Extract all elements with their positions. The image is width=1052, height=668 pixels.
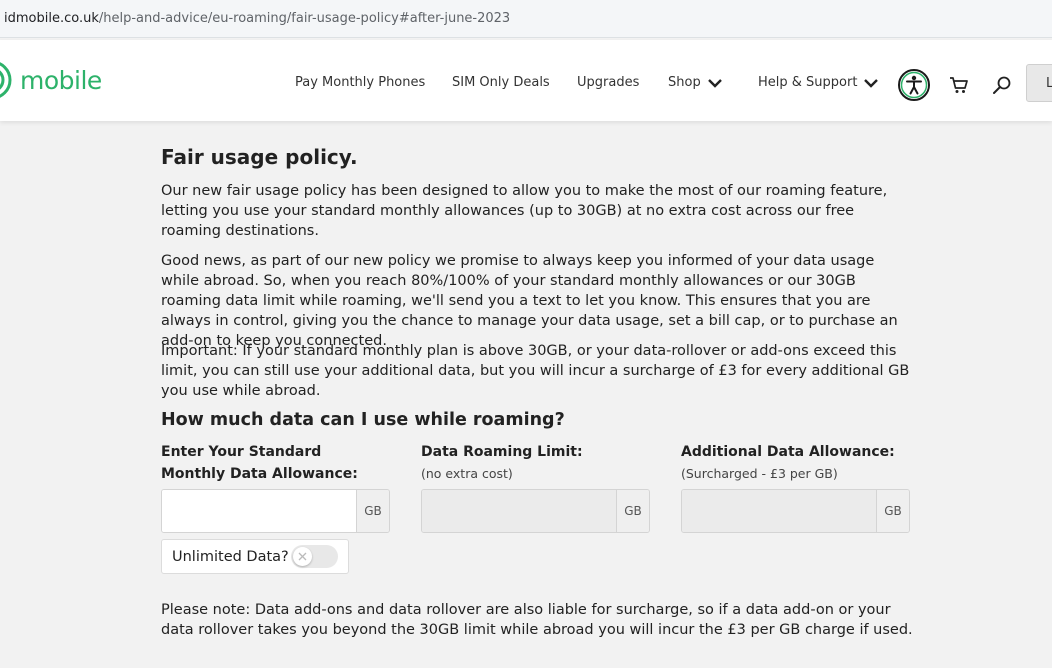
- nav-label: Pay Monthly Phones: [295, 75, 426, 90]
- browser-url-bar[interactable]: idmobile.co.uk/help-and-advice/eu-roamin…: [0, 0, 1052, 38]
- intro-paragraph: Our new fair usage policy has been desig…: [161, 183, 888, 239]
- unlimited-data-option: Unlimited Data?: [161, 539, 349, 574]
- site-logo[interactable]: mobile: [0, 60, 102, 100]
- toggle-knob: [293, 547, 312, 566]
- surcharge-note: Please note: Data add-ons and data rollo…: [161, 602, 913, 638]
- logo-text: mobile: [20, 65, 102, 95]
- nav-label: SIM Only Deals: [452, 75, 550, 90]
- site-header: mobile Pay Monthly Phones SIM Only Deals…: [0, 40, 1052, 121]
- roaming-limit-input: [422, 490, 616, 532]
- page-title: Fair usage policy.: [161, 145, 358, 169]
- additional-allowance-field: GB: [681, 489, 910, 533]
- nav-pay-monthly-phones[interactable]: Pay Monthly Phones: [295, 75, 425, 90]
- url-text[interactable]: idmobile.co.uk/help-and-advice/eu-roamin…: [4, 11, 510, 26]
- url-path: /help-and-advice/eu-roaming/fair-usage-p…: [98, 11, 511, 26]
- unit-label: GB: [356, 490, 389, 532]
- nav-upgrades[interactable]: Upgrades: [577, 75, 639, 90]
- login-button[interactable]: L: [1026, 64, 1052, 102]
- nav-shop[interactable]: Shop: [668, 75, 723, 90]
- roaming-limit-field: GB: [421, 489, 650, 533]
- accessibility-icon[interactable]: [897, 68, 931, 106]
- additional-allowance-label: Additional Data Allowance:: [681, 444, 895, 460]
- important-paragraph: Important: If your standard monthly plan…: [161, 343, 910, 399]
- roaming-limit-sublabel: (no extra cost): [421, 466, 513, 481]
- standard-allowance-field: GB: [161, 489, 390, 533]
- roaming-limit-label: Data Roaming Limit:: [421, 444, 583, 460]
- nav-sim-only-deals[interactable]: SIM Only Deals: [452, 75, 550, 90]
- notification-paragraph: Good news, as part of our new policy we …: [161, 253, 898, 349]
- url-domain: idmobile.co.uk: [4, 11, 99, 26]
- nav-help-support[interactable]: Help & Support: [758, 75, 879, 90]
- additional-allowance-sublabel: (Surcharged - £3 per GB): [681, 466, 838, 481]
- standard-allowance-label: Enter Your Standard Monthly Data Allowan…: [161, 444, 358, 482]
- nav-label: Help & Support: [758, 75, 858, 90]
- cart-icon[interactable]: [949, 76, 969, 98]
- unit-label: GB: [876, 490, 909, 532]
- calculator-heading: How much data can I use while roaming?: [161, 410, 565, 430]
- chevron-down-icon: [707, 78, 722, 88]
- search-icon[interactable]: [992, 75, 1012, 99]
- logo-icon: [0, 62, 12, 98]
- unlimited-data-toggle[interactable]: [291, 545, 338, 568]
- unlimited-data-label: Unlimited Data?: [172, 549, 289, 565]
- close-icon: [298, 552, 307, 561]
- nav-label: Shop: [668, 75, 701, 90]
- unit-label: GB: [616, 490, 649, 532]
- nav-label: Upgrades: [577, 75, 640, 90]
- standard-allowance-input[interactable]: [162, 490, 356, 532]
- additional-allowance-input: [682, 490, 876, 532]
- chevron-down-icon: [864, 78, 879, 88]
